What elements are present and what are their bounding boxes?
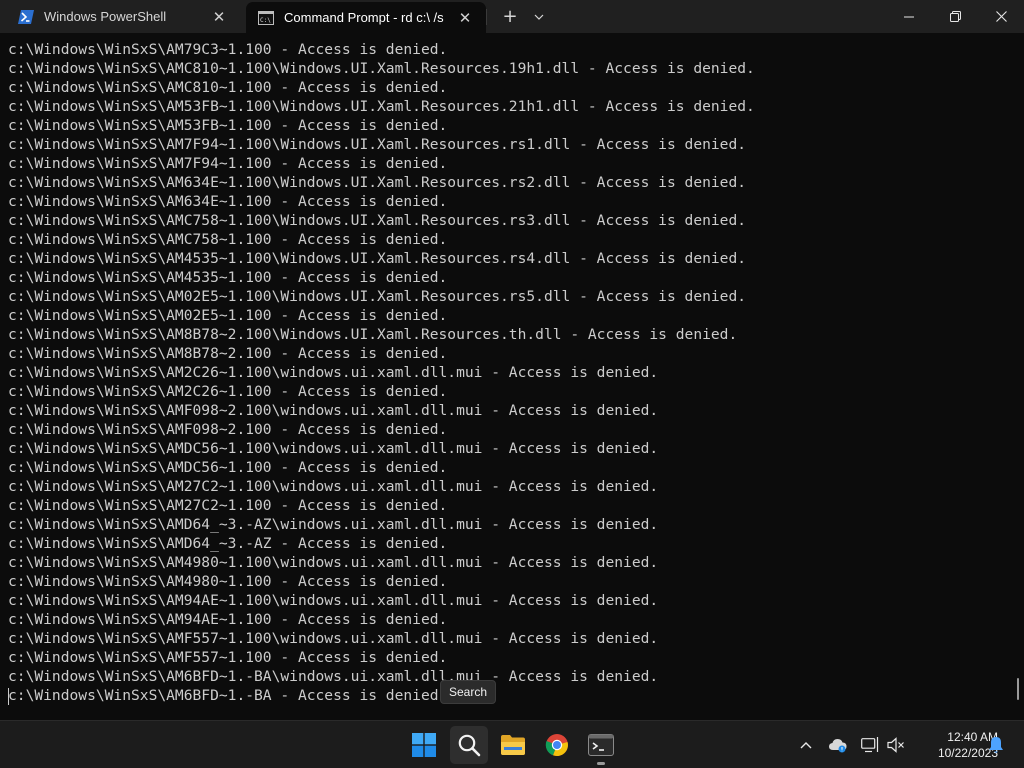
maximize-button[interactable] — [932, 0, 978, 33]
notifications-button[interactable] — [986, 735, 1006, 755]
console-line: c:\Windows\WinSxS\AMC810~1.100\Windows.U… — [8, 60, 755, 77]
console-line: c:\Windows\WinSxS\AM02E5~1.100\Windows.U… — [8, 288, 747, 305]
console-line: c:\Windows\WinSxS\AM634E~1.100 - Access … — [8, 193, 448, 210]
console-line: c:\Windows\WinSxS\AMDC56~1.100\windows.u… — [8, 440, 659, 457]
console-line: c:\Windows\WinSxS\AM2C26~1.100 - Access … — [8, 383, 448, 400]
tab-label: Windows PowerShell — [44, 9, 167, 24]
console-line: c:\Windows\WinSxS\AM4535~1.100\Windows.U… — [8, 250, 747, 267]
console-line: c:\Windows\WinSxS\AM2C26~1.100\windows.u… — [8, 364, 659, 381]
console-line: c:\Windows\WinSxS\AMD64_~3.-AZ\windows.u… — [8, 516, 659, 533]
title-bar: Windows PowerShell ✕ C:\ Command Prompt … — [0, 0, 1024, 33]
onedrive-button[interactable] — [828, 735, 848, 755]
scrollbar-thumb[interactable] — [1017, 678, 1019, 700]
console-line: c:\Windows\WinSxS\AM53FB~1.100\Windows.U… — [8, 98, 755, 115]
minimize-button[interactable] — [886, 0, 932, 33]
terminal-icon — [588, 734, 614, 756]
console-line: c:\Windows\WinSxS\AMC810~1.100 - Access … — [8, 79, 448, 96]
console-line: c:\Windows\WinSxS\AM6BFD~1.-BA\windows.u… — [8, 668, 659, 685]
bell-icon — [989, 737, 1003, 753]
console-line: c:\Windows\WinSxS\AMF557~1.100 - Access … — [8, 649, 448, 666]
taskbar: 12:40 AM 10/22/2023 — [0, 720, 1024, 768]
tab-label: Command Prompt - rd c:\ /s — [284, 10, 444, 25]
volume-button[interactable] — [886, 735, 906, 755]
search-button[interactable] — [450, 726, 488, 764]
console-line: c:\Windows\WinSxS\AM8B78~2.100\Windows.U… — [8, 326, 738, 343]
close-tab-icon[interactable]: ✕ — [208, 6, 230, 28]
text-cursor — [8, 688, 9, 705]
tooltip-text: Search — [449, 685, 488, 699]
console-line: c:\Windows\WinSxS\AMDC56~1.100 - Access … — [8, 459, 448, 476]
console-line: c:\Windows\WinSxS\AM02E5~1.100 - Access … — [8, 307, 448, 324]
console-line: c:\Windows\WinSxS\AM94AE~1.100 - Access … — [8, 611, 448, 628]
console-output[interactable]: c:\Windows\WinSxS\AM79C3~1.100 - Access … — [8, 40, 1008, 715]
search-icon — [458, 734, 481, 757]
terminal-button[interactable] — [582, 726, 620, 765]
running-indicator — [597, 762, 605, 765]
console-line: c:\Windows\WinSxS\AM6BFD~1.-BA - Access … — [8, 687, 448, 704]
console-line: c:\Windows\WinSxS\AMD64_~3.-AZ - Access … — [8, 535, 448, 552]
console-line: c:\Windows\WinSxS\AM4980~1.100 - Access … — [8, 573, 448, 590]
console-line: c:\Windows\WinSxS\AM4535~1.100 - Access … — [8, 269, 448, 286]
restore-icon — [949, 11, 961, 22]
console-line: c:\Windows\WinSxS\AM27C2~1.100 - Access … — [8, 497, 448, 514]
console-line: c:\Windows\WinSxS\AMC758~1.100 - Access … — [8, 231, 448, 248]
network-button[interactable] — [860, 735, 880, 755]
console-line: c:\Windows\WinSxS\AM79C3~1.100 - Access … — [8, 41, 448, 58]
network-icon — [861, 737, 879, 753]
plus-icon: + — [502, 6, 518, 27]
console-line: c:\Windows\WinSxS\AM27C2~1.100\windows.u… — [8, 478, 659, 495]
powershell-icon — [18, 9, 34, 25]
console-line: c:\Windows\WinSxS\AM53FB~1.100 - Access … — [8, 117, 448, 134]
console-line: c:\Windows\WinSxS\AM94AE~1.100\windows.u… — [8, 592, 659, 609]
tab-dropdown-button[interactable] — [525, 2, 553, 32]
windows-logo-icon — [412, 733, 436, 757]
svg-text:C:\: C:\ — [260, 17, 271, 24]
folder-icon — [501, 735, 525, 755]
console-line: c:\Windows\WinSxS\AMF098~2.100\windows.u… — [8, 402, 659, 419]
chrome-icon — [545, 734, 568, 757]
console-line: c:\Windows\WinSxS\AM4980~1.100\windows.u… — [8, 554, 659, 571]
console-line: c:\Windows\WinSxS\AMF098~2.100 - Access … — [8, 421, 448, 438]
cmd-icon: C:\ — [258, 10, 274, 26]
chrome-button[interactable] — [538, 726, 576, 764]
console-line: c:\Windows\WinSxS\AM634E~1.100\Windows.U… — [8, 174, 747, 191]
console-line: c:\Windows\WinSxS\AM7F94~1.100\Windows.U… — [8, 136, 747, 153]
tab-divider — [486, 8, 487, 25]
window-controls — [886, 0, 1024, 33]
console-line: c:\Windows\WinSxS\AMC758~1.100\Windows.U… — [8, 212, 747, 229]
close-tab-icon[interactable]: ✕ — [454, 7, 476, 29]
volume-muted-icon — [887, 737, 904, 753]
console-line: c:\Windows\WinSxS\AM7F94~1.100 - Access … — [8, 155, 448, 172]
new-tab-button[interactable]: + — [495, 2, 525, 32]
tab-command-prompt[interactable]: C:\ Command Prompt - rd c:\ /s ✕ — [246, 2, 486, 33]
show-hidden-icons-button[interactable] — [796, 735, 816, 755]
minimize-icon — [904, 16, 914, 17]
file-explorer-button[interactable] — [494, 726, 532, 764]
cloud-icon — [829, 739, 847, 753]
chevron-down-icon — [534, 14, 544, 20]
close-button[interactable] — [978, 0, 1024, 33]
close-icon — [995, 11, 1007, 22]
search-tooltip: Search — [440, 680, 497, 704]
start-button[interactable] — [405, 726, 443, 764]
console-line: c:\Windows\WinSxS\AM8B78~2.100 - Access … — [8, 345, 448, 362]
tab-windows-powershell[interactable]: Windows PowerShell ✕ — [0, 0, 240, 33]
console-line: c:\Windows\WinSxS\AMF557~1.100\windows.u… — [8, 630, 659, 647]
chevron-up-icon — [800, 742, 812, 749]
